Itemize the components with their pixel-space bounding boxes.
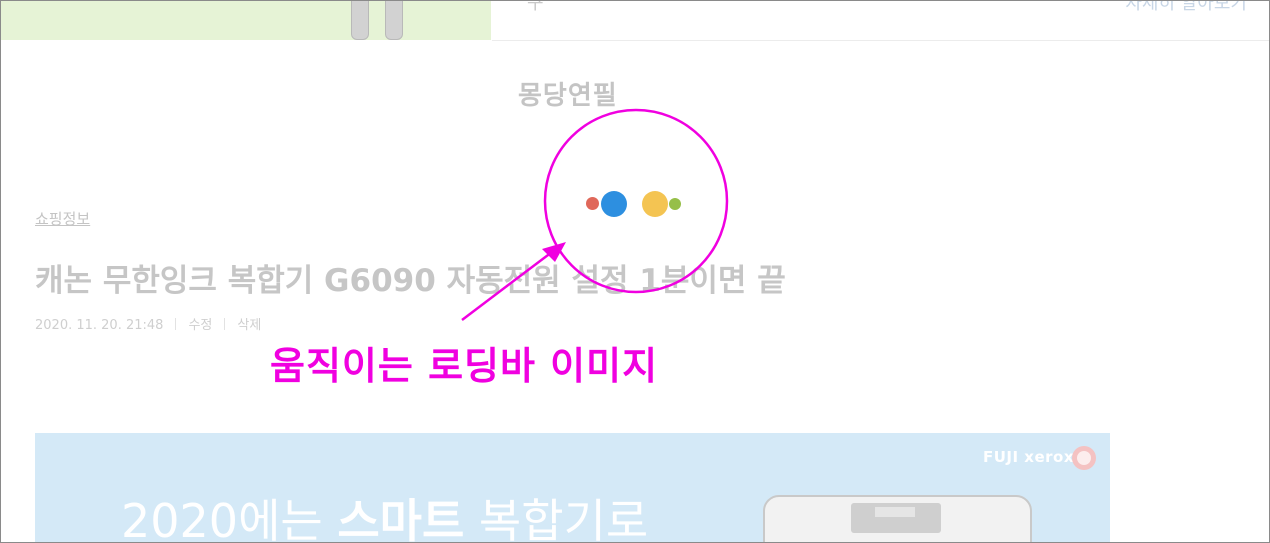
person-leg-left [351,1,369,40]
post-category-link[interactable]: 쇼핑정보 [35,208,90,229]
printer-image [763,495,1032,542]
learn-more-link[interactable]: 자세히 알아보기 [1125,1,1247,15]
loading-dot-blue [601,191,627,217]
loading-dot-green [669,198,681,210]
brand-logo-icon [1072,446,1096,470]
loading-dot-red [586,197,599,210]
person-figure [341,1,413,40]
top-banner-image[interactable] [1,1,491,40]
top-banner-text-area: 구 자세히 알아보기 [492,1,1269,41]
meta-divider [224,318,226,330]
delete-link[interactable]: 삭제 [237,314,261,333]
printer-panel-part [875,507,915,517]
edit-link[interactable]: 수정 [188,314,212,333]
ad-brand-name: FUJI xerox [982,448,1074,466]
top-banner-fragment: 구 [527,0,544,14]
ad-headline-prefix: 2020에는 [121,494,338,543]
person-leg-right [385,1,403,40]
blog-title[interactable]: 몽당연필 [518,75,618,112]
post-title: 캐논 무한잉크 복합기 G6090 자동전원 설정 1분이면 끝 [35,263,786,299]
page-frame: 구 자세히 알아보기 몽당연필 쇼핑정보 캐논 무한잉크 복합기 G6090 자… [0,0,1270,543]
loading-indicator [586,189,686,219]
ad-headline-suffix: 복합기로 [464,494,649,543]
annotation-label: 움직이는 로딩바 이미지 [270,344,659,388]
ad-banner[interactable]: FUJI xerox 2020에는 스마트 복합기로 [35,433,1110,543]
meta-divider [175,318,177,330]
post-date: 2020. 11. 20. 21:48 [35,318,164,333]
ad-headline-bold: 스마트 [337,494,465,543]
post-meta: 2020. 11. 20. 21:48 수정 삭제 [35,314,261,333]
loading-dot-yellow [642,191,668,217]
ad-headline: 2020에는 스마트 복합기로 [121,485,649,543]
